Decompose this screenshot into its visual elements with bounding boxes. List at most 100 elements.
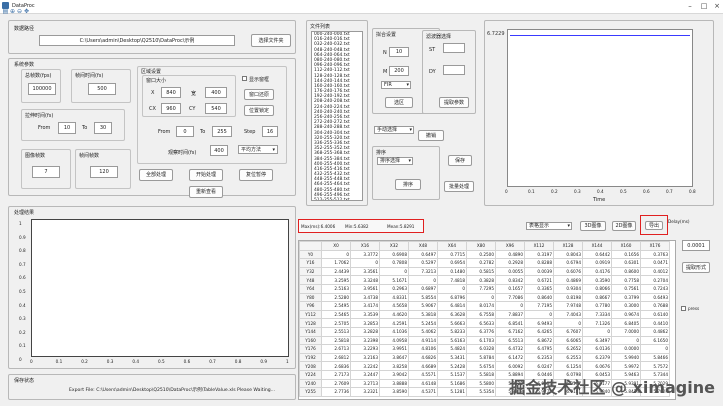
n-input[interactable]: 10 xyxy=(389,47,409,57)
table-row[interactable]: Y80 2.5280 3.4738 4.8331 5.8554 6.8796 0 7.7086… xyxy=(299,292,670,303)
table-cell[interactable]: 5.6163 xyxy=(437,335,467,346)
table-cell[interactable]: 0.7808 xyxy=(379,258,409,268)
table-cell[interactable]: 6.1703 xyxy=(466,335,496,346)
table-cell[interactable]: 5.8784 xyxy=(466,352,496,363)
from-input[interactable]: 10 xyxy=(58,122,76,134)
table-row[interactable]: Y96 2.5495 3.4174 4.5658 5.9067 6.4814 8.0174 0… xyxy=(299,301,670,311)
file-listbox[interactable]: 000-240-000.txt 016-240-016.txt 032-240-03… xyxy=(311,31,363,201)
table-cell[interactable]: 0.6954 xyxy=(437,258,467,268)
table-cell[interactable]: 0.6140 xyxy=(640,309,670,320)
column-header[interactable]: X176 xyxy=(640,241,670,251)
table-cell[interactable]: 3.2853 xyxy=(350,318,380,328)
table-cell[interactable]: 2.4439 xyxy=(321,266,351,277)
zoom-in-icon[interactable]: ⊕ xyxy=(9,8,16,15)
top-axes[interactable] xyxy=(507,29,693,187)
total-frames-input[interactable]: 100000 xyxy=(28,83,56,95)
table-row[interactable]: Y144 2.5513 3.2828 4.1036 5.4062 5.8233 6.3776… xyxy=(299,326,670,337)
table-cell[interactable]: 6.8405 xyxy=(611,318,641,328)
table-cell[interactable]: 0.2928 xyxy=(495,258,525,268)
table-cell[interactable]: 7.7195 xyxy=(524,301,554,311)
table-cell[interactable]: 0.4410 xyxy=(640,318,670,328)
method-select[interactable]: FIR ▾ xyxy=(381,81,411,89)
select-region-button[interactable]: 选区 xyxy=(385,97,413,108)
table-cell[interactable]: 0 xyxy=(611,335,641,346)
table-cell[interactable]: 3.2163 xyxy=(350,352,380,363)
table-cell[interactable]: 0.6721 xyxy=(524,275,554,285)
path-input[interactable]: C:\Users\admin\Desktop\Q2510\DataProc\示例 xyxy=(39,35,235,46)
table-cell[interactable]: 6.1650 xyxy=(640,335,670,346)
table-cell[interactable]: 8.0174 xyxy=(466,301,496,311)
table-cell[interactable]: 4.5658 xyxy=(379,301,409,311)
table-cell[interactable]: 4.2591 xyxy=(379,318,409,328)
table-cell[interactable]: 0.1480 xyxy=(437,266,467,277)
cy-input[interactable]: 540 xyxy=(205,103,227,114)
table-cell[interactable]: 5.6754 xyxy=(466,361,496,371)
st-input[interactable] xyxy=(443,43,465,53)
table-cell[interactable]: 0 xyxy=(321,249,351,260)
table-cell[interactable]: 4.6689 xyxy=(408,361,438,371)
to-input[interactable]: 30 xyxy=(94,122,112,134)
table-cell[interactable]: 2.5818 xyxy=(321,335,351,346)
table-cell[interactable]: 6.7162 xyxy=(495,326,525,337)
undo-button[interactable]: 撤销 xyxy=(418,130,444,141)
table-row[interactable]: Y128 2.5705 3.2853 4.2591 5.2454 5.6663 6.5633… xyxy=(299,318,670,328)
table-cell[interactable]: 3.8647 xyxy=(379,352,409,363)
table-cell[interactable]: 3.4738 xyxy=(350,292,380,303)
table-cell[interactable]: 3.9951 xyxy=(379,344,409,354)
table-cell[interactable]: 0.3799 xyxy=(611,292,641,303)
column-header[interactable]: X80 xyxy=(466,241,496,251)
table-cell[interactable]: 0.0055 xyxy=(495,266,525,277)
table-cell[interactable]: 7.7295 xyxy=(466,283,496,294)
table-cell[interactable]: 6.7607 xyxy=(553,326,583,337)
table-cell[interactable]: 6.2353 xyxy=(524,352,554,363)
table-cell[interactable]: 6.3628 xyxy=(437,309,467,320)
table-cell[interactable]: 6.4795 xyxy=(524,344,554,354)
table-cell[interactable]: 0.6076 xyxy=(553,266,583,277)
table-cell[interactable]: 3.2398 xyxy=(350,335,380,346)
table-row[interactable]: Y0 0 3.3772 0.6908 0.6497 0.7715 0.2500 0.4890 0… xyxy=(299,249,670,260)
table-cell[interactable]: 5.2454 xyxy=(408,318,438,328)
table-row[interactable]: Y160 2.5818 3.2398 4.0958 4.9114 5.6163 6.1703… xyxy=(299,335,670,346)
table-cell[interactable]: 6.6065 xyxy=(553,335,583,346)
extract-params-button[interactable]: 提取参数 xyxy=(439,97,469,108)
frame-time-input[interactable]: 500 xyxy=(88,83,116,95)
table-cell[interactable]: 3.9042 xyxy=(379,369,409,380)
position-lock-button[interactable]: 位置锁定 xyxy=(244,105,274,116)
table-cell[interactable]: 0.9304 xyxy=(553,283,583,294)
table-cell[interactable]: 5.1671 xyxy=(379,275,409,285)
table-cell[interactable]: 3.4174 xyxy=(350,301,380,311)
batch-process-button[interactable]: 批量处理 xyxy=(444,181,474,192)
table-cell[interactable]: 6.4814 xyxy=(437,301,467,311)
export-button[interactable]: 导出 xyxy=(645,221,663,230)
table-cell[interactable]: 0.7243 xyxy=(640,283,670,294)
table-cell[interactable]: 6.8541 xyxy=(495,318,525,328)
x-input[interactable]: 840 xyxy=(161,87,181,98)
2d-image-button[interactable]: 2D图像 xyxy=(612,221,636,231)
table-cell[interactable]: 0.6794 xyxy=(553,258,583,268)
run-all-button[interactable]: 全部处理 xyxy=(139,169,173,181)
table-cell[interactable]: 3.8888 xyxy=(379,378,409,389)
table-cell[interactable]: 2.5705 xyxy=(321,318,351,328)
table-cell[interactable]: 3.2321 xyxy=(350,387,380,397)
show-frame-checkbox[interactable] xyxy=(242,76,247,81)
dy-input[interactable] xyxy=(443,65,465,75)
table-cell[interactable]: 0 xyxy=(437,283,467,294)
table-cell[interactable]: 2.6812 xyxy=(321,352,351,363)
table-cell[interactable]: 0.3828 xyxy=(466,275,496,285)
table-row[interactable]: Y16 1.7062 0 0.7808 0.5297 0.6954 0.2782 0.2928… xyxy=(299,258,670,268)
table-cell[interactable]: 6.0092 xyxy=(495,361,525,371)
table-cell[interactable]: 2.5495 xyxy=(321,301,351,311)
table-cell[interactable]: 0 xyxy=(582,326,612,337)
table-cell[interactable]: 0.6897 xyxy=(408,283,438,294)
table-cell[interactable]: 0.7715 xyxy=(437,249,467,260)
table-cell[interactable]: 0.6497 xyxy=(408,249,438,260)
table-cell[interactable]: 6.7558 xyxy=(466,309,496,320)
table-cell[interactable]: 6.2553 xyxy=(553,352,583,363)
table-cell[interactable]: 7.1326 xyxy=(582,318,612,328)
table-cell[interactable]: 7.9748 xyxy=(553,301,583,311)
table-cell[interactable]: 4.8331 xyxy=(379,292,409,303)
column-header[interactable]: X64 xyxy=(437,241,467,251)
table-cell[interactable]: 6.8672 xyxy=(524,335,554,346)
table-cell[interactable]: 0.5815 xyxy=(466,266,496,277)
table-cell[interactable]: 4.4620 xyxy=(379,309,409,320)
